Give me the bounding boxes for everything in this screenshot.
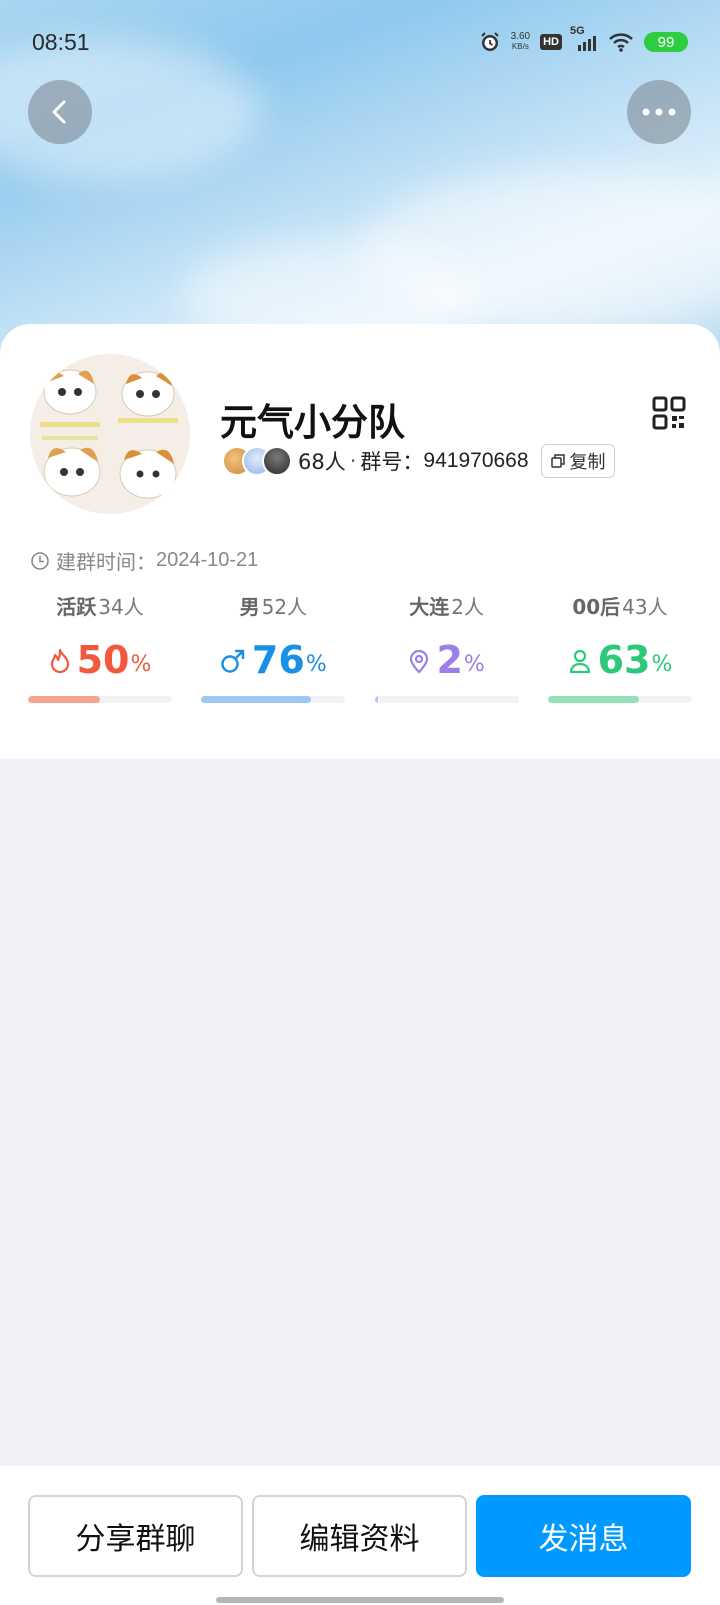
status-icons: 3.60 KB/s HD 5G 99 <box>479 25 688 53</box>
copy-button[interactable]: 复制 <box>540 444 615 478</box>
stats-row: 活跃 34人 50 % 男 52人 76 % 大连 2人 2 % 00后 43人… <box>28 590 692 703</box>
group-id-label: 群号： <box>360 450 424 474</box>
member-avatars[interactable] <box>222 446 292 476</box>
stat-count: 34人 <box>98 594 144 619</box>
stat-progress-fill <box>201 696 311 703</box>
stat-unit: % <box>305 652 327 677</box>
network-type: 5G <box>570 25 585 37</box>
stat-location: 大连 2人 2 % <box>374 590 519 703</box>
home-indicator[interactable] <box>216 1597 504 1603</box>
stat-label: 男 <box>239 594 260 619</box>
copy-label: 复制 <box>569 452 606 473</box>
created-row: 建群时间： 2024-10-21 <box>30 546 258 575</box>
stat-count: 2人 <box>451 594 485 619</box>
flame-icon <box>50 648 69 674</box>
group-meta-row: 68人 · 群号： 941970668 复制 <box>222 444 615 478</box>
stat-label: 00后 <box>572 594 621 619</box>
bottom-action-bar: 分享群聊 编辑资料 发消息 <box>0 1466 720 1605</box>
stat-progress-bar <box>28 696 172 703</box>
male-icon <box>221 649 245 673</box>
group-info-card: 元气小分队 68人 · 群号： 941970668 复制 建群时间： 2024- <box>0 324 720 759</box>
person-icon <box>569 649 590 674</box>
created-date: 2024-10-21 <box>156 549 259 571</box>
stat-progress-fill <box>28 696 100 703</box>
stat-label: 大连 <box>409 594 450 619</box>
stat-label-row: 00后 43人 <box>572 590 667 620</box>
stat-value-row: 63 % <box>568 626 673 682</box>
stat-label-row: 大连 2人 <box>409 590 484 620</box>
stat-unit: % <box>130 652 152 677</box>
stat-value-row: 50 % <box>49 626 152 682</box>
battery-indicator: 99 <box>644 32 688 52</box>
location-pin-icon <box>410 649 429 674</box>
more-button[interactable] <box>627 80 691 144</box>
stat-active: 活跃 34人 50 % <box>28 590 172 703</box>
stat-progress-fill <box>547 696 639 703</box>
stat-value: 2 <box>436 638 463 682</box>
stat-value-row: 2 % <box>408 626 485 682</box>
hd-badge: HD <box>540 34 562 50</box>
status-time: 08:51 <box>32 28 90 55</box>
stat-count: 52人 <box>261 594 308 619</box>
edit-profile-button[interactable]: 编辑资料 <box>252 1495 467 1577</box>
qr-code-icon[interactable] <box>652 396 686 430</box>
more-dots-icon <box>642 108 676 116</box>
stat-value: 63 <box>597 638 651 682</box>
share-group-button[interactable]: 分享群聊 <box>28 1495 243 1577</box>
stat-value: 50 <box>76 638 130 682</box>
net-speed-value: 3.60 <box>510 31 531 42</box>
stat-unit: % <box>651 652 673 677</box>
back-button[interactable] <box>28 80 92 144</box>
clock-icon <box>31 551 49 570</box>
stat-progress-bar <box>201 696 346 703</box>
alarm-icon <box>479 31 501 53</box>
member-count: 68人 <box>298 450 346 474</box>
stat-value-row: 76 % <box>220 626 327 682</box>
stat-count: 43人 <box>622 594 668 619</box>
signal-icon: 5G <box>570 25 598 53</box>
stat-label-row: 男 52人 <box>240 590 307 620</box>
stat-generation: 00后 43人 63 % <box>547 590 692 703</box>
stat-label: 活跃 <box>56 594 97 619</box>
stat-progress-bar <box>374 696 519 703</box>
meta-separator: · <box>349 449 357 473</box>
stat-progress-fill <box>374 696 378 703</box>
group-avatar[interactable] <box>30 354 190 514</box>
net-speed: 3.60 KB/s <box>511 32 530 52</box>
status-bar: 08:51 3.60 KB/s HD 5G 99 <box>0 0 720 84</box>
stat-unit: % <box>463 652 485 677</box>
copy-icon <box>550 454 565 468</box>
stat-value: 76 <box>251 638 305 682</box>
send-message-button[interactable]: 发消息 <box>476 1495 691 1577</box>
stat-progress-bar <box>547 696 692 703</box>
stat-label-row: 活跃 34人 <box>56 590 143 620</box>
group-id-value: 941970668 <box>423 449 529 472</box>
member-avatar <box>262 446 292 476</box>
created-label: 建群时间： <box>56 550 156 574</box>
group-name: 元气小分队 <box>220 401 405 444</box>
chevron-left-icon <box>52 100 66 124</box>
stat-male: 男 52人 76 % <box>201 590 346 703</box>
wifi-icon <box>608 31 634 53</box>
net-speed-unit: KB/s <box>511 42 529 51</box>
